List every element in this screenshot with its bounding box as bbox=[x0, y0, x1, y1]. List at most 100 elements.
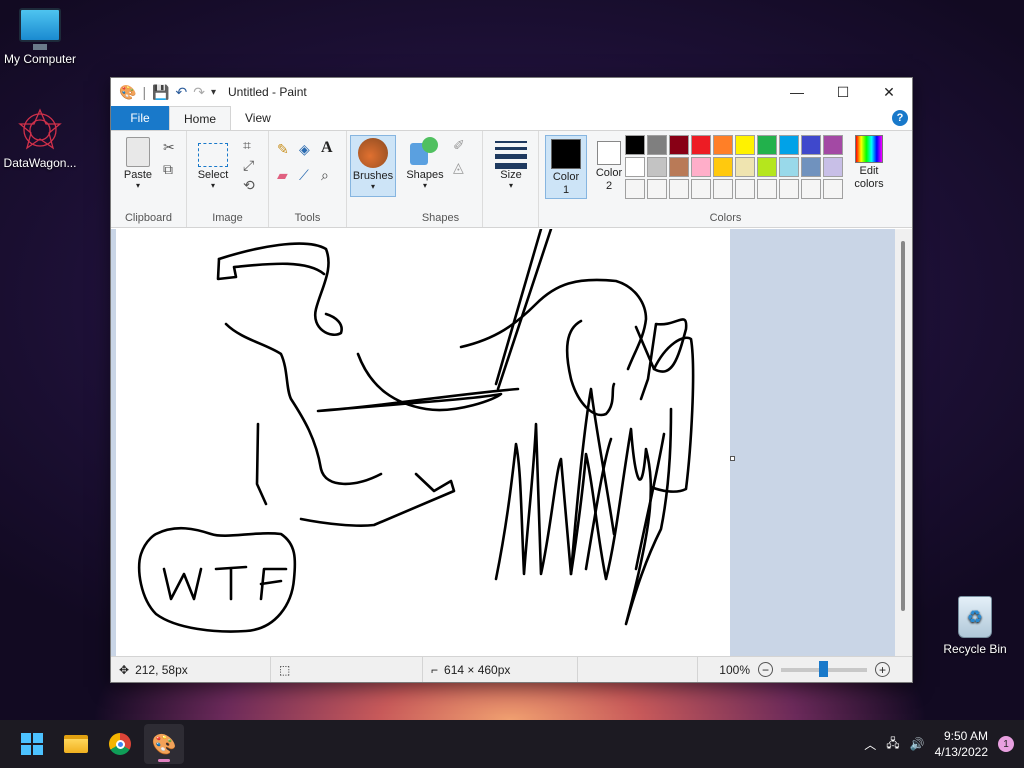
status-spacer bbox=[578, 657, 698, 682]
color-picker-icon[interactable]: ⟋ bbox=[299, 167, 309, 184]
color-swatch[interactable] bbox=[625, 157, 645, 177]
customize-qat-icon[interactable]: ▾ bbox=[211, 87, 216, 98]
eraser-icon[interactable]: ▰ bbox=[277, 167, 288, 184]
volume-icon[interactable]: 🔊 bbox=[910, 737, 925, 751]
color-swatch[interactable] bbox=[647, 179, 667, 199]
paint-taskbar-button[interactable]: 🎨 bbox=[144, 724, 184, 764]
color-swatch[interactable] bbox=[669, 135, 689, 155]
chevron-up-icon[interactable]: ︿ bbox=[864, 736, 876, 753]
redo-icon[interactable]: ↷ bbox=[193, 84, 205, 101]
color-swatch[interactable] bbox=[779, 157, 799, 177]
color-swatch[interactable] bbox=[625, 135, 645, 155]
zoom-slider-thumb[interactable] bbox=[819, 660, 828, 677]
color-swatch[interactable] bbox=[757, 179, 777, 199]
paste-icon bbox=[126, 137, 150, 167]
paint-app-icon[interactable]: 🎨 bbox=[119, 84, 136, 101]
text-icon[interactable]: A bbox=[321, 139, 333, 157]
color-swatch[interactable] bbox=[823, 135, 843, 155]
color1-button[interactable]: Color 1 bbox=[545, 135, 587, 199]
edit-colors-button[interactable]: Edit colors bbox=[849, 135, 889, 191]
select-button[interactable]: Select ▾ bbox=[193, 137, 233, 190]
group-label-tools: Tools bbox=[294, 212, 321, 224]
network-icon[interactable]: 🖧 bbox=[886, 734, 899, 755]
start-button[interactable] bbox=[12, 724, 52, 764]
tab-file[interactable]: File bbox=[111, 106, 169, 130]
color-swatch[interactable] bbox=[757, 157, 777, 177]
rotate-icon[interactable]: ⟲ bbox=[243, 177, 255, 194]
chrome-button[interactable] bbox=[100, 724, 140, 764]
fill-icon[interactable]: ◈ bbox=[299, 141, 310, 158]
color-swatch[interactable] bbox=[823, 179, 843, 199]
fill-shape-icon[interactable]: ◬ bbox=[453, 159, 464, 176]
resize-icon[interactable]: ⤢ bbox=[243, 157, 254, 174]
zoom-in-button[interactable]: + bbox=[875, 662, 890, 677]
color-swatch[interactable] bbox=[757, 135, 777, 155]
help-icon[interactable]: ? bbox=[892, 110, 908, 126]
color-swatch[interactable] bbox=[801, 179, 821, 199]
zoom-out-button[interactable]: − bbox=[758, 662, 773, 677]
image-group: Select ▾ ⌗ ⤢ ⟲ Image bbox=[187, 131, 269, 227]
color-swatch[interactable] bbox=[713, 135, 733, 155]
color-swatch[interactable] bbox=[647, 157, 667, 177]
notification-badge[interactable]: 1 bbox=[998, 736, 1014, 752]
selection-size: ⬚ bbox=[271, 657, 423, 682]
color-swatch[interactable] bbox=[691, 157, 711, 177]
color-swatch[interactable] bbox=[801, 157, 821, 177]
drawing-canvas[interactable] bbox=[116, 229, 730, 657]
clock-date: 4/13/2022 bbox=[934, 745, 988, 759]
selection-size-icon: ⬚ bbox=[279, 662, 291, 677]
paste-button[interactable]: Paste ▾ bbox=[119, 137, 157, 190]
windows-logo-icon bbox=[21, 733, 43, 755]
color-swatch[interactable] bbox=[823, 157, 843, 177]
maximize-button[interactable]: ☐ bbox=[820, 78, 866, 106]
tab-home[interactable]: Home bbox=[169, 106, 232, 130]
color2-button[interactable]: Color 2 bbox=[589, 135, 629, 193]
color-swatch[interactable] bbox=[669, 179, 689, 199]
cut-icon[interactable]: ✂ bbox=[163, 139, 175, 156]
color-swatch[interactable] bbox=[779, 179, 799, 199]
file-explorer-button[interactable] bbox=[56, 724, 96, 764]
color-swatch[interactable] bbox=[779, 135, 799, 155]
computer-icon bbox=[19, 8, 61, 50]
brushes-group: Brushes ▾ bbox=[347, 131, 399, 227]
vertical-scrollbar[interactable] bbox=[895, 229, 912, 657]
brushes-button[interactable]: Brushes ▾ bbox=[350, 135, 396, 197]
save-icon[interactable]: 💾 bbox=[152, 84, 169, 101]
size-button[interactable]: Size ▾ bbox=[491, 137, 531, 190]
quick-access-toolbar: 🎨 | 💾 ↶ ↷ ▾ bbox=[119, 83, 217, 101]
resize-handle[interactable] bbox=[730, 456, 735, 461]
color-swatch[interactable] bbox=[735, 179, 755, 199]
shapes-button[interactable]: Shapes ▾ bbox=[403, 137, 447, 190]
outline-icon[interactable]: ✐ bbox=[453, 137, 465, 154]
image-size-icon: ⌐ bbox=[431, 662, 439, 677]
color-swatch[interactable] bbox=[713, 157, 733, 177]
color-swatch[interactable] bbox=[691, 135, 711, 155]
desktop-icon-recycle-bin[interactable]: ♻ Recycle Bin bbox=[935, 596, 1015, 656]
minimize-button[interactable]: — bbox=[774, 78, 820, 106]
copy-icon[interactable]: ⧉ bbox=[163, 161, 173, 178]
color-palette bbox=[625, 135, 845, 201]
desktop-icon-datawagon[interactable]: DataWagon... bbox=[0, 108, 80, 170]
scrollbar-thumb[interactable] bbox=[901, 241, 905, 611]
color-swatch[interactable] bbox=[625, 179, 645, 199]
desktop-icon-my-computer[interactable]: My Computer bbox=[0, 8, 80, 66]
crop-icon[interactable]: ⌗ bbox=[243, 137, 251, 154]
color-swatch[interactable] bbox=[713, 179, 733, 199]
undo-icon[interactable]: ↶ bbox=[176, 84, 188, 101]
clock[interactable]: 9:50 AM 4/13/2022 bbox=[935, 728, 988, 760]
color-swatch[interactable] bbox=[669, 157, 689, 177]
color-swatch[interactable] bbox=[691, 179, 711, 199]
magnifier-icon[interactable]: ⌕ bbox=[321, 167, 329, 184]
color-swatch[interactable] bbox=[647, 135, 667, 155]
close-button[interactable]: ✕ bbox=[866, 78, 912, 106]
pencil-icon[interactable]: ✎ bbox=[277, 141, 289, 158]
desktop-icon-label: Recycle Bin bbox=[943, 642, 1007, 656]
color-swatch[interactable] bbox=[801, 135, 821, 155]
tab-view[interactable]: View bbox=[231, 106, 285, 130]
ribbon: Paste ▾ ✂ ⧉ Clipboard Select ▾ ⌗ ⤢ ⟲ Ima… bbox=[111, 130, 912, 228]
size-icon bbox=[495, 137, 527, 169]
cursor-position: ✥ 212, 58px bbox=[111, 657, 271, 682]
color-swatch[interactable] bbox=[735, 135, 755, 155]
zoom-slider[interactable] bbox=[781, 660, 867, 677]
color-swatch[interactable] bbox=[735, 157, 755, 177]
